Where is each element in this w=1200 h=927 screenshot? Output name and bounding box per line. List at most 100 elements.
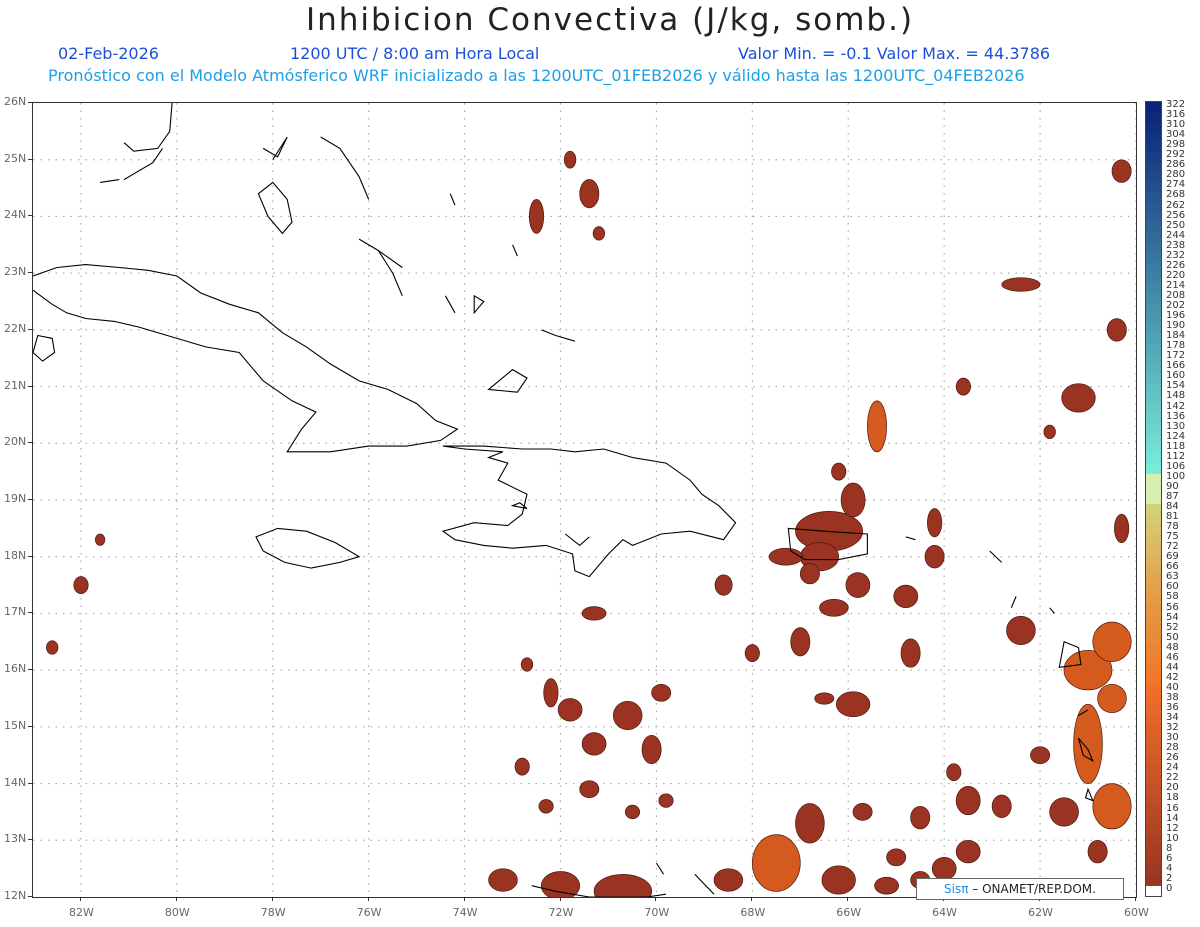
colorbar-segment [1146,614,1161,626]
cin-area [94,533,106,546]
colorbar-segment [1146,413,1161,425]
colorbar-segment [1146,694,1161,706]
cin-area [713,868,744,892]
brand-badge: Sisπ – ONAMET/REP.DOM. [916,878,1124,900]
colorbar-segment [1146,514,1161,525]
cin-area [1061,383,1096,413]
cin-area [814,692,835,705]
colorbar-segment [1146,684,1161,696]
cin-area [1006,615,1036,645]
cin-area [1049,797,1079,827]
colorbar-segment [1146,795,1161,807]
cin-area [1111,159,1132,183]
value-min-max: Valor Min. = -0.1 Valor Max. = 44.3786 [738,44,1051,63]
coastline [905,536,916,541]
coastline [989,550,1003,563]
coastline [123,103,173,152]
colorbar-segment [1146,353,1161,364]
lon-tick [655,897,657,901]
lat-tick [28,555,32,557]
cin-area [835,691,871,718]
lat-tick [28,669,32,671]
colorbar-segment [1146,775,1161,786]
colorbar-segment [1146,594,1161,606]
colorbar-segment [1146,142,1161,153]
cin-area [593,873,653,897]
lat-label: 14N [4,775,27,789]
cin-area [1030,746,1051,765]
cin-area [893,584,919,609]
colorbar-label: 58 [1166,591,1179,603]
lon-tick [271,897,273,901]
coastline [262,136,288,160]
lat-label: 26N [4,95,27,108]
colorbar-segment [1146,252,1161,264]
cin-area [924,545,945,569]
colorbar-segment [1146,805,1161,817]
cin-area [543,678,559,708]
colorbar-segment [1146,654,1161,666]
cin-area [612,700,643,731]
coastline [123,148,163,181]
colorbar-segment [1146,715,1161,726]
colorbar-segment [1146,725,1161,736]
lat-tick [28,896,32,897]
colorbar-segment [1146,363,1161,374]
lon-label: 64W [932,906,958,919]
colorbar-segment [1146,182,1161,193]
colorbar-segment [1146,705,1161,716]
lat-label: 12N [4,889,27,902]
cin-area [900,638,921,668]
map-canvas [33,103,1136,897]
lat-label: 22N [4,321,27,335]
colorbar-segment [1146,443,1161,455]
cin-area [1073,703,1103,784]
cin-area [768,547,804,566]
cin-area [520,657,534,672]
cin-area [886,848,907,867]
coastline [33,334,56,362]
cin-area [1092,621,1132,662]
colorbar-segment [1146,212,1161,224]
cin-area [488,868,518,892]
map-title: Inhibicion Convectiva (J/kg, somb.) [305,2,915,38]
cin-area [1092,783,1132,830]
colorbar-segment [1146,634,1161,646]
coastline [1049,607,1055,614]
graticule [33,103,1136,897]
colorbar [1145,101,1162,897]
colorbar-segment [1146,292,1161,304]
lat-tick [28,385,32,387]
colorbar-segment [1146,403,1161,415]
cin-area [819,598,849,617]
cin-area [910,805,931,830]
cin-area [1114,513,1130,543]
lat-label: 23N [4,265,27,279]
lat-tick [28,612,32,614]
lat-tick [28,725,32,727]
cin-area [73,576,89,594]
colorbar-segment [1146,463,1161,475]
lat-tick [28,328,32,330]
cin-area [927,508,943,538]
colorbar-segment [1146,272,1161,284]
colorbar-segment [1146,584,1161,595]
lat-tick [28,499,32,500]
coastline [694,873,715,895]
cin-area [592,226,606,241]
colorbar-segment [1146,624,1161,636]
lon-tick [751,897,753,901]
colorbar-segment [1146,323,1161,334]
lon-label: 74W [452,906,478,919]
cin-area [540,871,581,897]
lon-label: 72W [548,906,574,919]
colorbar-segment [1146,172,1161,183]
colorbar-segment [1146,202,1161,214]
lon-label: 66W [836,906,862,919]
cin-area [581,606,607,621]
cin-area [790,627,811,657]
colorbar-segment [1146,343,1161,354]
colorbar-segment [1146,604,1161,616]
cin-area [845,572,871,598]
colorbar-segment [1146,735,1161,746]
